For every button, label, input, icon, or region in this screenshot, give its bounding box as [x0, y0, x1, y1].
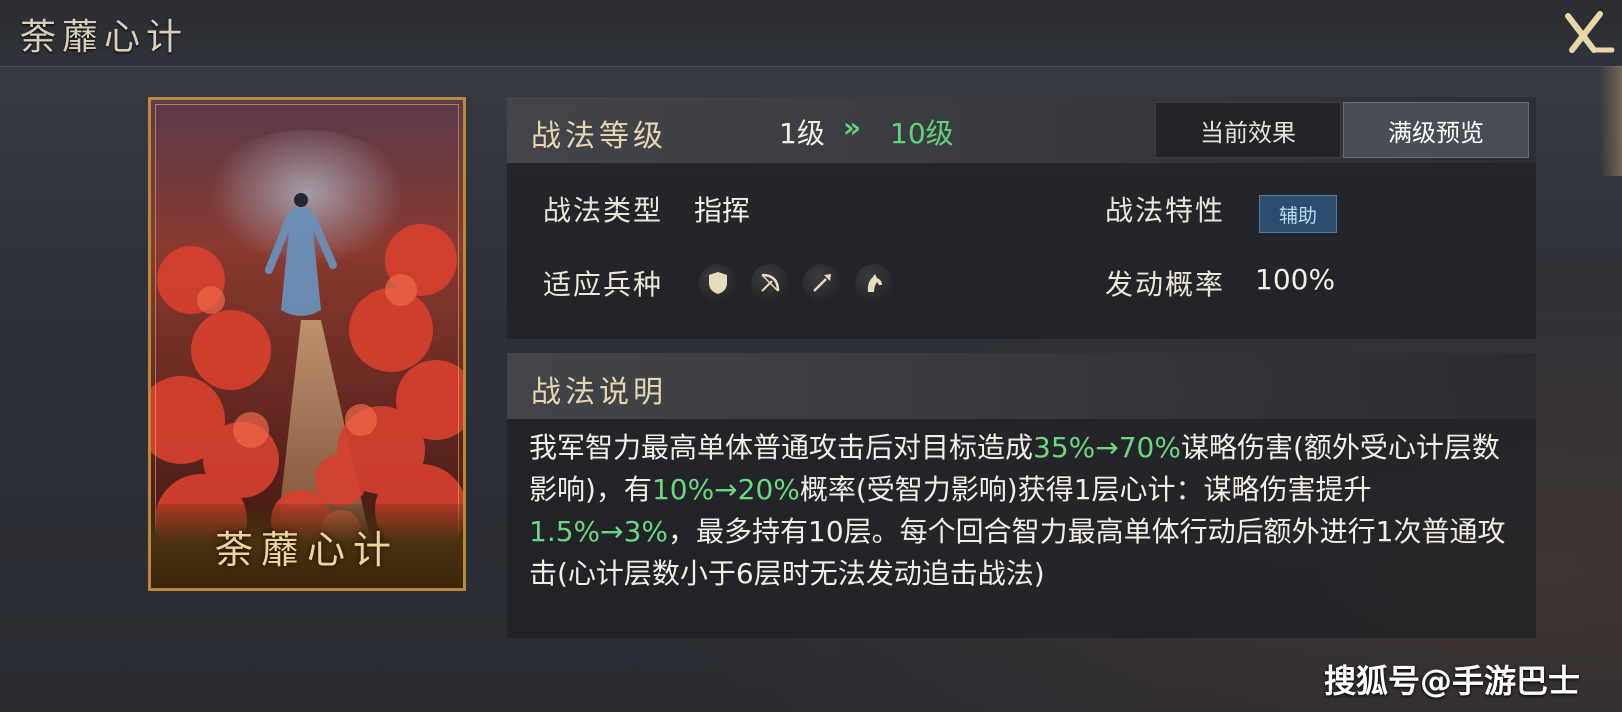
horse-icon	[855, 264, 893, 302]
watermark: 搜狐号@手游巴士	[1323, 662, 1580, 700]
desc-segment: 概率(受智力影响)获得1层心计：谋略伤害提升	[799, 473, 1372, 506]
desc-highlight: 10%→20%	[651, 473, 800, 506]
units-label: 适应兵种	[543, 268, 664, 301]
spear-icon	[803, 264, 841, 302]
type-value: 指挥	[694, 194, 751, 227]
shield-icon	[699, 264, 737, 302]
trait-badge: 辅助	[1259, 195, 1337, 233]
level-to: 10级	[890, 117, 954, 150]
tactic-card: 荼蘼心计	[148, 97, 466, 591]
description-header: 战法说明	[507, 353, 1536, 419]
desc-highlight: 35%→70%	[1033, 431, 1181, 464]
level-header: 战法等级 1级 » 10级 当前效果 满级预览	[507, 97, 1536, 163]
bow-icon	[751, 264, 789, 302]
tactic-description-panel: 战法说明 我军智力最高单体普通攻击后对目标造成35%→70%谋略伤害(额外受心计…	[507, 353, 1536, 638]
trait-label: 战法特性	[1105, 194, 1226, 227]
card-title-bar: 荼蘼心计	[151, 504, 463, 588]
description-label: 战法说明	[531, 375, 667, 410]
desc-segment: 我军智力最高单体普通攻击后对目标造成	[529, 431, 1034, 464]
desc-highlight: 1.5%→3%	[529, 515, 669, 548]
level-arrow-icon: »	[843, 111, 862, 144]
card-title: 荼蘼心计	[214, 527, 399, 572]
tactic-info-panel: 战法等级 1级 » 10级 当前效果 满级预览 战法类型 指挥 战法特性 辅助 …	[507, 97, 1536, 339]
top-bar: 荼蘼心计	[0, 0, 1622, 67]
type-label: 战法类型	[543, 194, 664, 227]
level-label: 战法等级	[531, 119, 667, 154]
tab-max-level-preview[interactable]: 满级预览	[1343, 102, 1529, 158]
tab-current-effect[interactable]: 当前效果	[1155, 102, 1341, 158]
close-icon	[1565, 11, 1615, 53]
rate-label: 发动概率	[1105, 268, 1226, 301]
edge-ornament	[1600, 66, 1622, 176]
page-title: 荼蘼心计	[20, 17, 189, 58]
close-button[interactable]	[1554, 4, 1616, 64]
desc-segment: ，最多持有10层。每个回合智力最高单体行动后额外进行1次普通攻击(心计层数小于6…	[529, 515, 1506, 590]
description-text: 我军智力最高单体普通攻击后对目标造成35%→70%谋略伤害(额外受心计层数影响)…	[529, 427, 1509, 595]
level-from: 1级	[779, 117, 825, 150]
rate-value: 100%	[1255, 263, 1336, 296]
